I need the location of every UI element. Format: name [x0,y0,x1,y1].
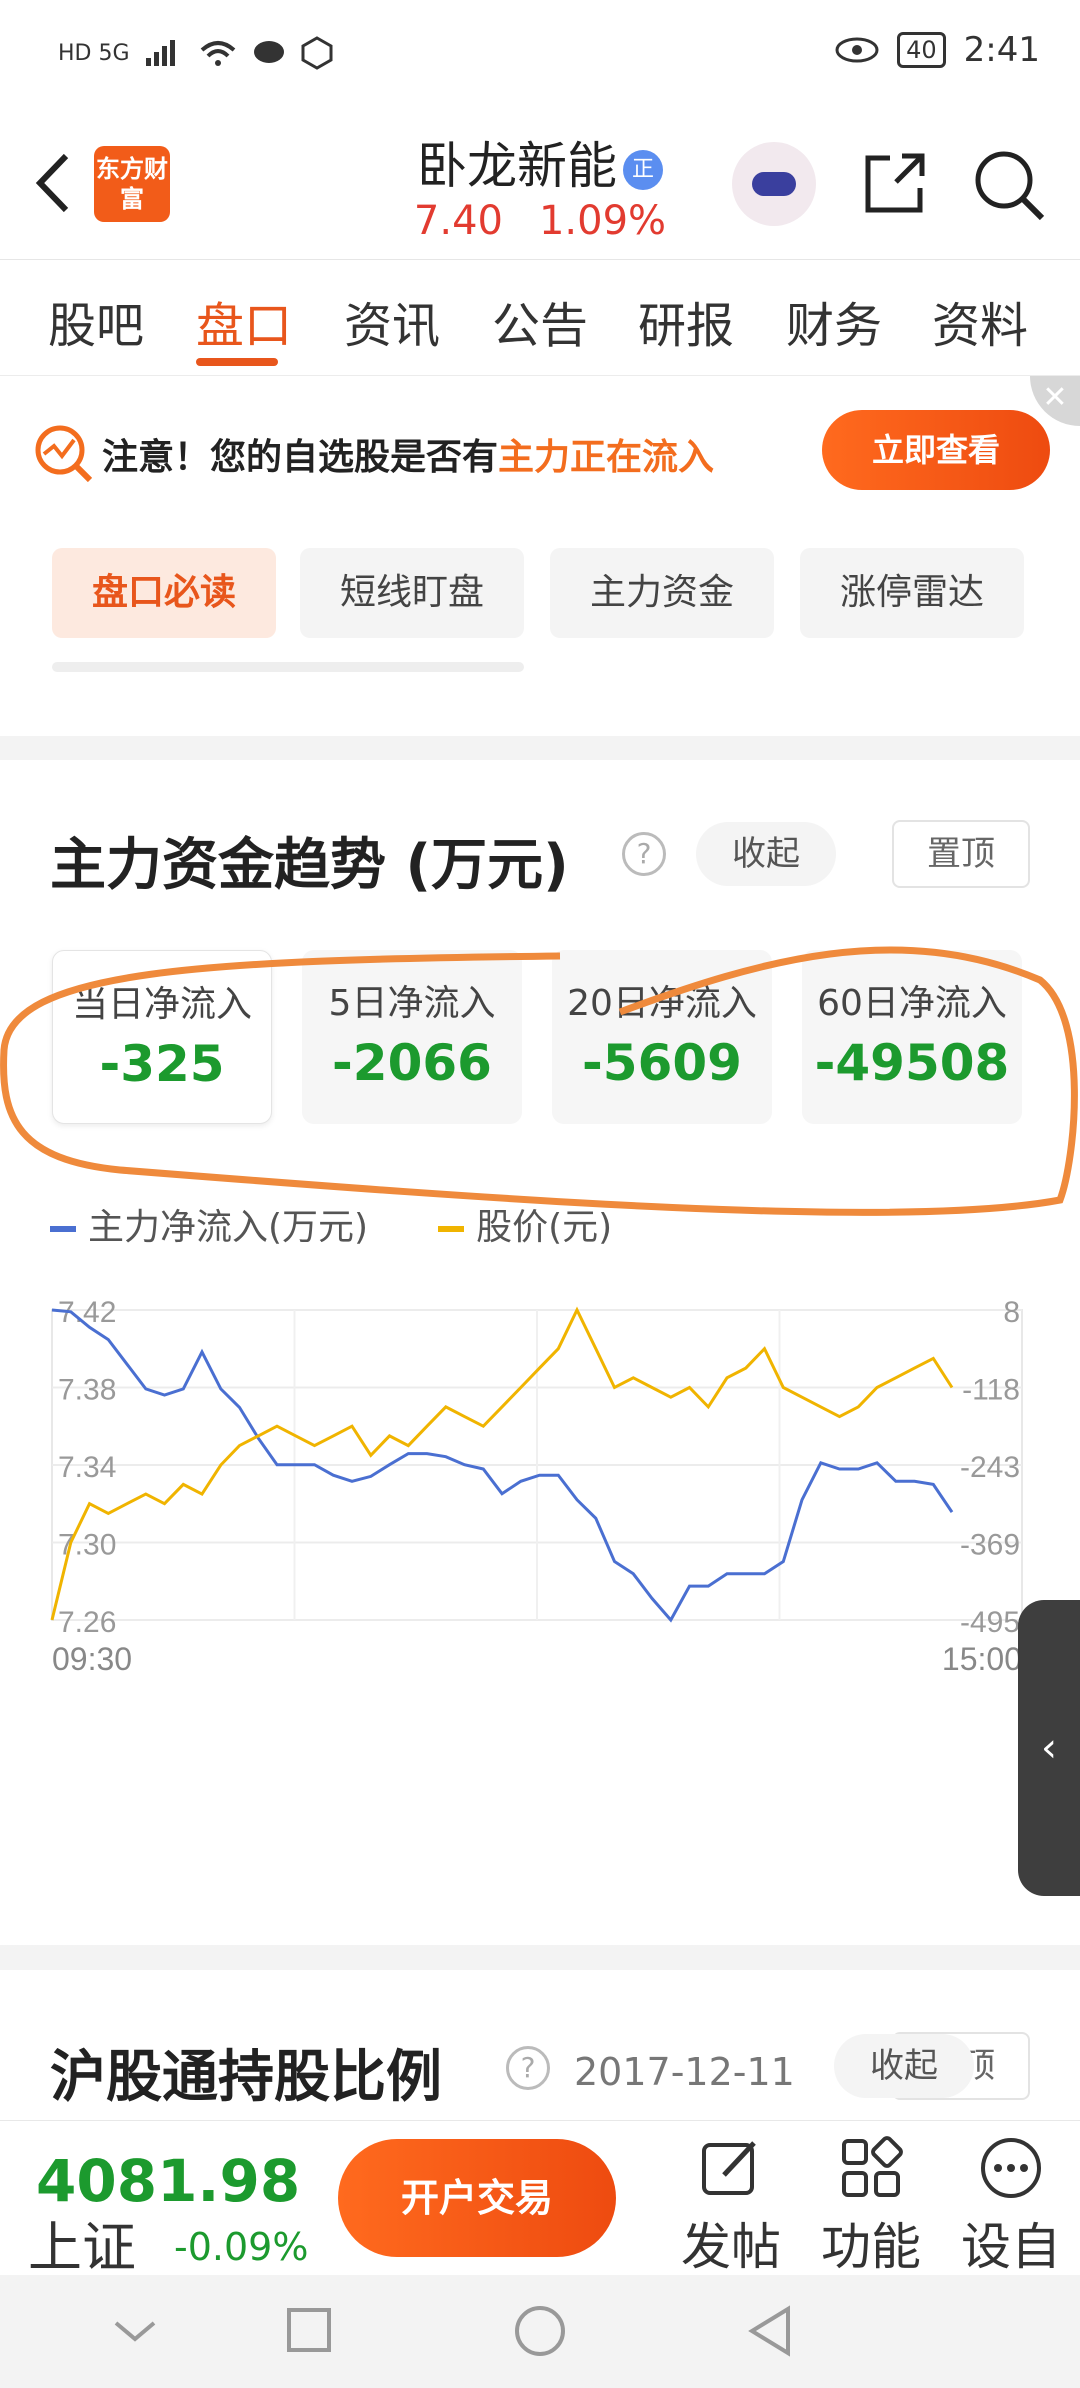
tab-guba[interactable]: 股吧 [48,286,144,356]
customize-label: 设自 [961,2218,1061,2276]
flow-label: 5日净流入 [328,983,496,1024]
y-left-tick: 7.34 [58,1451,116,1484]
main-tabs: 股吧 盘口 资讯 公告 研报 财务 资料 [0,260,1080,376]
collapse-button[interactable]: 收起 [696,822,836,886]
flow-20day[interactable]: 20日净流入 -5609 [552,950,772,1124]
wifi-icon [200,41,235,66]
bottom-toolbar: 4081.98 上证 -0.09% 开户交易 发帖 功能 设自 [0,2120,1080,2279]
flow-today[interactable]: 当日净流入 -325 [52,950,272,1124]
active-tab-indicator [196,358,278,366]
stock-change: 1.09% [538,198,667,244]
flow-5day[interactable]: 5日净流入 -2066 [302,950,522,1124]
edit-icon [702,2141,756,2195]
signal-icon [145,40,175,66]
y-right-tick: -495 [960,1606,1020,1639]
stock-name: 卧龙新能 [417,137,617,195]
share-icon[interactable] [860,148,930,218]
subtab-main-funds[interactable]: 主力资金 [550,548,774,638]
stock-price: 7.40 [413,198,503,244]
y-right-tick: 8 [1003,1296,1020,1329]
legend-flow-label: 主力净流入(万元) [88,1207,369,1248]
flow-label: 20日净流入 [567,983,757,1024]
tab-finance[interactable]: 财务 [786,286,882,356]
tab-announcements[interactable]: 公告 [492,286,588,356]
home-icon[interactable] [512,2303,568,2359]
help-icon[interactable]: ? [622,832,666,876]
network-indicator: HD 5G [58,40,130,66]
subtab-scrollbar[interactable] [52,662,524,672]
chart-legend: 主力净流入(万元) 股价(元) [50,1198,612,1250]
status-icons-left: HD 5G [58,36,334,70]
section-title: 主力资金趋势 (万元) [50,833,569,898]
tab-news[interactable]: 资讯 [344,286,440,356]
view-now-button[interactable]: 立即查看 [822,410,1050,490]
post-label: 发帖 [681,2218,781,2276]
legend-price-label: 股价(元) [476,1207,613,1248]
functions-button[interactable]: 功能 [806,2135,936,2279]
side-drawer-handle[interactable]: ‹ [1018,1600,1080,1896]
y-left-tick: 7.26 [58,1606,116,1639]
fund-trend-chart[interactable]: 7.42 87.38 -1187.34 -2437.30 -3697.26 -49509:… [0,1280,1080,1900]
x-tick-start: 09:30 [52,1641,132,1677]
chevron-down-icon[interactable] [110,2311,160,2351]
back-nav-icon[interactable] [744,2303,794,2359]
tab-pankou[interactable]: 盘口 [196,286,292,356]
open-account-button[interactable]: 开户交易 [338,2139,616,2257]
stock-header: 东方财富 卧龙新能正 7.40 1.09% [0,110,1080,260]
notice-text: 注意！您的自选股是否有主力正在流入 [102,428,714,480]
legend-flow: 主力净流入(万元) [50,1198,368,1250]
notice-banner: 注意！您的自选股是否有主力正在流入 立即查看 ✕ [0,376,1080,526]
hand-icon [301,36,333,70]
index-name[interactable]: 上证 [28,2203,136,2282]
recent-apps-icon[interactable] [284,2305,334,2355]
radar-icon [35,425,92,482]
hsgt-date: 2017-12-11 [574,2050,795,2094]
y-right-tick: -118 [962,1374,1020,1407]
status-icons-right: 40 2:41 [835,30,1040,70]
status-bar: HD 5G 40 2:41 [0,0,1080,110]
message-icon [253,41,284,63]
subtab-short-term[interactable]: 短线盯盘 [300,548,524,638]
subtab-must-read[interactable]: 盘口必读 [52,548,276,638]
battery-indicator: 40 [897,32,946,68]
notice-highlight: 主力正在流入 [498,437,715,478]
flow-value: -325 [99,1035,225,1093]
functions-label: 功能 [821,2218,921,2276]
flow-value: -5609 [582,1034,742,1092]
tab-research[interactable]: 研报 [638,286,734,356]
clock: 2:41 [963,30,1040,70]
notice-prefix: 注意！您的自选股是否有 [102,437,499,478]
flow-value: -49508 [814,1034,1010,1092]
tab-profile[interactable]: 资料 [932,286,1028,356]
legend-price: 股价(元) [438,1198,612,1250]
fund-trend-card: 主力资金趋势 (万元) ? 收起 置顶 当日净流入 -325 5日净流入 -20… [0,760,1080,1945]
grid-icon [842,2136,903,2197]
customize-button[interactable]: 设自 [946,2135,1076,2279]
eye-icon [835,37,879,63]
badge-icon: 正 [623,149,663,190]
x-tick-end: 15:00 [942,1641,1022,1677]
subtab-limit-up-radar[interactable]: 涨停雷达 [800,548,1024,638]
help-icon[interactable]: ? [506,2046,550,2090]
flow-60day[interactable]: 60日净流入 -49508 [802,950,1022,1124]
y-left-tick: 7.38 [58,1374,116,1407]
sub-tabs: 盘口必读 短线盯盘 主力资金 涨停雷达 [0,526,1080,736]
pin-button[interactable]: 置顶 [892,820,1030,888]
close-icon[interactable]: ✕ [1030,376,1080,426]
post-button[interactable]: 发帖 [666,2135,796,2279]
assistant-robot-icon[interactable] [732,142,816,226]
y-right-tick: -369 [960,1529,1020,1562]
index-change[interactable]: -0.09% [174,2225,308,2269]
flow-label: 当日净流入 [71,984,252,1025]
flow-label: 60日净流入 [817,983,1007,1024]
hsgt-card: 沪股通持股比例 ? 2017-12-11 置顶 收起 [0,1970,1080,2120]
flow-value: -2066 [332,1034,492,1092]
system-nav-bar [0,2275,1080,2388]
y-right-tick: -243 [960,1451,1020,1484]
hsgt-title: 沪股通持股比例 [50,2045,442,2110]
search-icon[interactable] [972,148,1046,222]
more-icon [981,2138,1041,2198]
collapse-button[interactable]: 收起 [834,2034,974,2098]
